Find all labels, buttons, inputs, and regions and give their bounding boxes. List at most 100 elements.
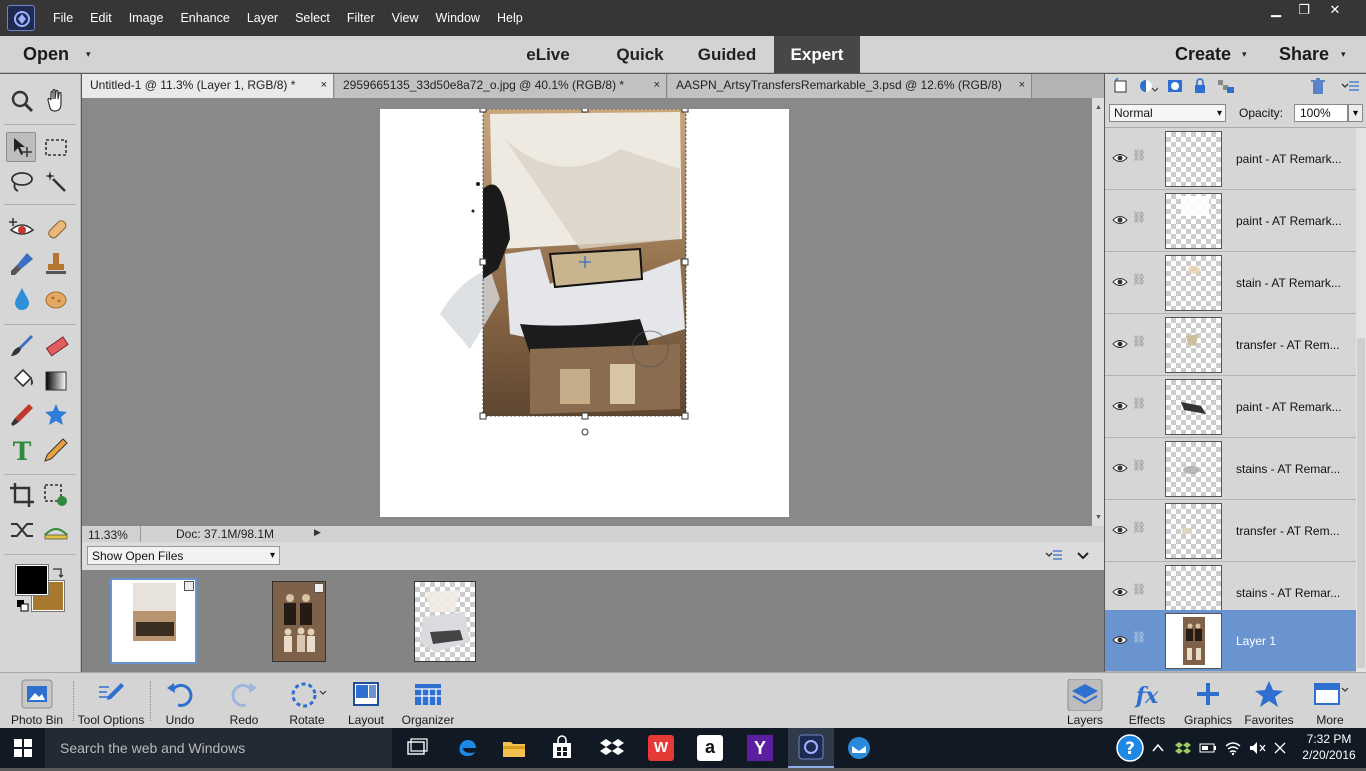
menu-image[interactable]: Image [129, 11, 164, 25]
bin-menu-icon[interactable] [1045, 548, 1063, 562]
share-button[interactable]: Share [1279, 36, 1329, 74]
tab-untitled-1[interactable]: Untitled-1 @ 11.3% (Layer 1, RGB/8) * × [82, 74, 334, 98]
tab-jpg-file[interactable]: 2959665135_33d50e8a72_o.jpg @ 40.1% (RGB… [335, 74, 667, 98]
adjustment-layer-icon[interactable] [1138, 78, 1159, 94]
opacity-slider-toggle[interactable]: ▾ [1348, 104, 1363, 122]
taskbar-clock[interactable]: 7:32 PM 2/20/2016 [1296, 731, 1362, 763]
bin-thumbnail-untitled[interactable] [110, 578, 197, 664]
layer-row[interactable]: ⛓ stains - AT Remar... [1105, 438, 1356, 500]
volume-muted-icon[interactable] [1248, 740, 1266, 756]
straighten-tool-icon[interactable] [41, 515, 71, 545]
layer-mask-icon[interactable] [1167, 78, 1183, 94]
wps-office-icon[interactable]: W [648, 735, 674, 761]
clone-stamp-icon[interactable] [41, 249, 71, 279]
paint-bucket-icon[interactable] [7, 366, 37, 396]
link-icon[interactable]: ⛓ [1132, 397, 1146, 410]
visibility-eye-icon[interactable] [1112, 398, 1128, 414]
rectangular-marquee-icon[interactable] [41, 132, 71, 162]
layout-button[interactable]: Layout [340, 673, 392, 729]
red-eye-icon[interactable] [7, 214, 37, 244]
amazon-icon[interactable]: a [697, 735, 723, 761]
thunderbird-icon[interactable] [845, 734, 873, 762]
favorites-button[interactable]: Favorites [1240, 673, 1298, 729]
link-icon[interactable]: ⛓ [1132, 149, 1146, 162]
layer-row-selected[interactable]: ⛓ Layer 1 [1105, 610, 1356, 672]
link-icon[interactable]: ⛓ [1132, 335, 1146, 348]
tab-close-icon[interactable]: × [1019, 74, 1025, 97]
canvas-vertical-scrollbar[interactable]: ▲ ▼ [1092, 98, 1104, 526]
tab-close-icon[interactable]: × [321, 74, 327, 97]
scroll-down-icon[interactable]: ▼ [1095, 514, 1102, 521]
layer-row[interactable]: ⛓ transfer - AT Rem... [1105, 500, 1356, 562]
wifi-icon[interactable] [1224, 740, 1242, 756]
tab-psd-file[interactable]: AASPN_ArtsyTransfersRemarkable_3.psd @ 1… [668, 74, 1032, 98]
create-button[interactable]: Create [1175, 36, 1231, 74]
canvas-area[interactable] [82, 98, 1092, 526]
delete-layer-icon[interactable] [1309, 77, 1327, 95]
move-tool-icon[interactable] [6, 132, 36, 162]
task-view-icon[interactable] [403, 734, 431, 762]
eraser-tool-icon[interactable] [41, 331, 71, 361]
eyedropper-icon[interactable] [7, 400, 37, 430]
undo-button[interactable]: Undo [156, 673, 204, 729]
visibility-eye-icon[interactable] [1112, 150, 1128, 166]
link-icon[interactable]: ⛓ [1132, 211, 1146, 224]
photo-bin-button[interactable]: Photo Bin [6, 673, 68, 729]
visibility-eye-icon[interactable] [1112, 584, 1128, 600]
more-button[interactable]: More [1304, 673, 1356, 729]
zoom-tool-icon[interactable] [7, 86, 37, 116]
brush-tool-icon[interactable] [7, 331, 37, 361]
layer-row[interactable]: ⛓ paint - AT Remark... [1105, 376, 1356, 438]
tab-close-icon[interactable]: × [654, 74, 660, 97]
tool-options-button[interactable]: Tool Options [74, 673, 148, 729]
default-colors-icon[interactable] [16, 599, 30, 613]
dropbox-icon[interactable] [598, 734, 626, 762]
collapse-bin-icon[interactable] [1076, 549, 1090, 561]
layers-scrollbar[interactable] [1356, 128, 1366, 672]
blur-tool-icon[interactable] [7, 284, 37, 314]
menu-select[interactable]: Select [295, 11, 330, 25]
photoshop-elements-taskbar-icon[interactable] [788, 728, 834, 768]
lasso-tool-icon[interactable] [7, 167, 37, 197]
keyboard-input-icon[interactable] [1272, 740, 1288, 756]
pencil-tool-icon[interactable] [41, 435, 71, 465]
crop-tool-icon[interactable] [7, 480, 37, 510]
show-open-files-dropdown[interactable]: Show Open Files ▾ [87, 546, 280, 565]
organizer-button[interactable]: Organizer [398, 673, 458, 729]
smart-brush-icon[interactable] [7, 249, 37, 279]
help-question-icon[interactable]: ? [1114, 733, 1146, 763]
menu-enhance[interactable]: Enhance [180, 11, 229, 25]
mode-elive[interactable]: eLive [512, 36, 584, 73]
file-explorer-icon[interactable] [500, 734, 528, 762]
gradient-tool-icon[interactable] [41, 366, 71, 396]
type-tool-icon[interactable]: T [7, 435, 37, 466]
menu-window[interactable]: Window [436, 11, 480, 25]
swap-colors-icon[interactable] [51, 565, 65, 579]
lock-all-icon[interactable] [1193, 78, 1207, 94]
mode-guided[interactable]: Guided [691, 36, 763, 73]
edge-browser-icon[interactable] [453, 734, 481, 762]
layer-row[interactable]: ⛓ paint - AT Remark... [1105, 190, 1356, 252]
close-button[interactable]: ✕ [1315, 0, 1355, 22]
spot-healing-icon[interactable] [41, 214, 71, 244]
bin-thumbnail-psd[interactable] [414, 581, 476, 662]
opacity-input[interactable]: 100% [1294, 104, 1348, 122]
menu-file[interactable]: File [53, 11, 73, 25]
custom-shape-icon[interactable] [41, 400, 71, 430]
layer-row[interactable]: ⛓ transfer - AT Rem... [1105, 314, 1356, 376]
status-arrow-icon[interactable]: ▶ [314, 527, 321, 538]
panel-menu-icon[interactable] [1341, 79, 1361, 93]
link-icon[interactable]: ⛓ [1132, 459, 1146, 472]
link-icon[interactable]: ⛓ [1132, 273, 1146, 286]
show-hidden-icons-chevron[interactable] [1152, 741, 1164, 753]
mode-expert[interactable]: Expert [774, 36, 860, 73]
windows-start-icon[interactable] [14, 739, 32, 757]
layer-row[interactable]: ⛓ paint - AT Remark... [1105, 128, 1356, 190]
hand-tool-icon[interactable] [41, 86, 71, 116]
menu-edit[interactable]: Edit [90, 11, 112, 25]
new-layer-icon[interactable] [1113, 77, 1129, 94]
link-icon[interactable]: ⛓ [1132, 583, 1146, 596]
store-icon[interactable] [548, 734, 576, 762]
dropbox-tray-icon[interactable] [1175, 740, 1191, 756]
effects-button[interactable]: fx Effects [1122, 673, 1172, 729]
